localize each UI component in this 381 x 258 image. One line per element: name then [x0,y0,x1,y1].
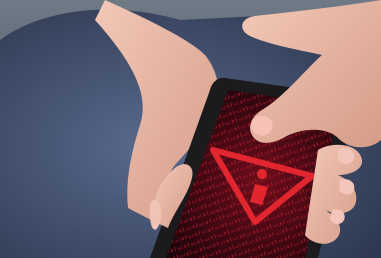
photo-scene [0,0,381,258]
photo [0,0,381,258]
